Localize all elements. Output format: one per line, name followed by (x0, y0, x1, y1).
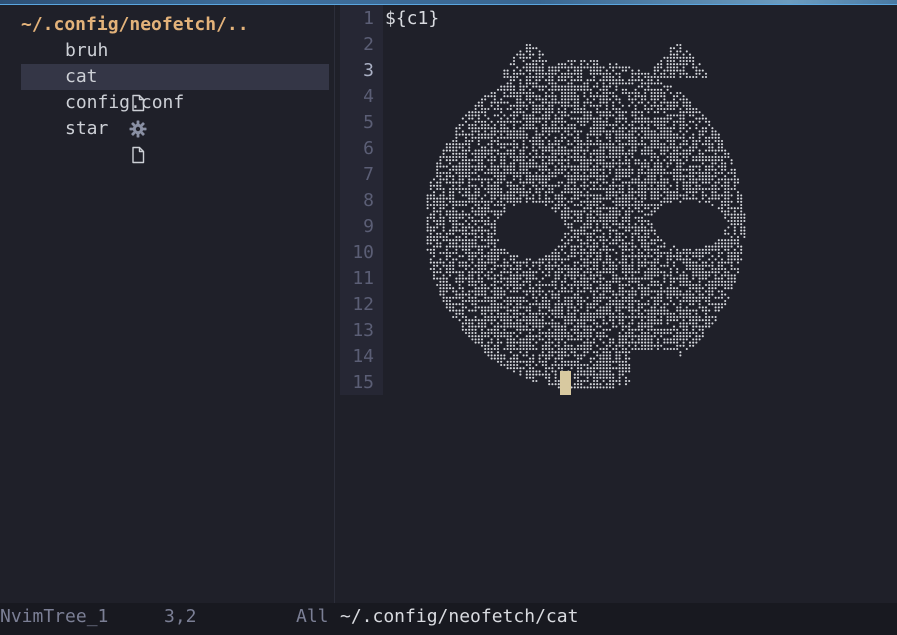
status-line: NvimTree_1 3,2 All ~/.config/neofetch/ca… (0, 603, 897, 635)
status-scroll-indicator: All (296, 606, 329, 627)
nvim-window: ~/.config/neofetch/.. bruh cat config.co… (0, 0, 897, 635)
status-buffer-name: NvimTree_1 (0, 606, 109, 627)
status-file-path: ~/.config/neofetch/cat (340, 606, 579, 627)
ascii-cat-art[interactable] (0, 0, 897, 635)
text-cursor (560, 371, 571, 395)
status-cursor-position: 3,2 (164, 606, 197, 627)
